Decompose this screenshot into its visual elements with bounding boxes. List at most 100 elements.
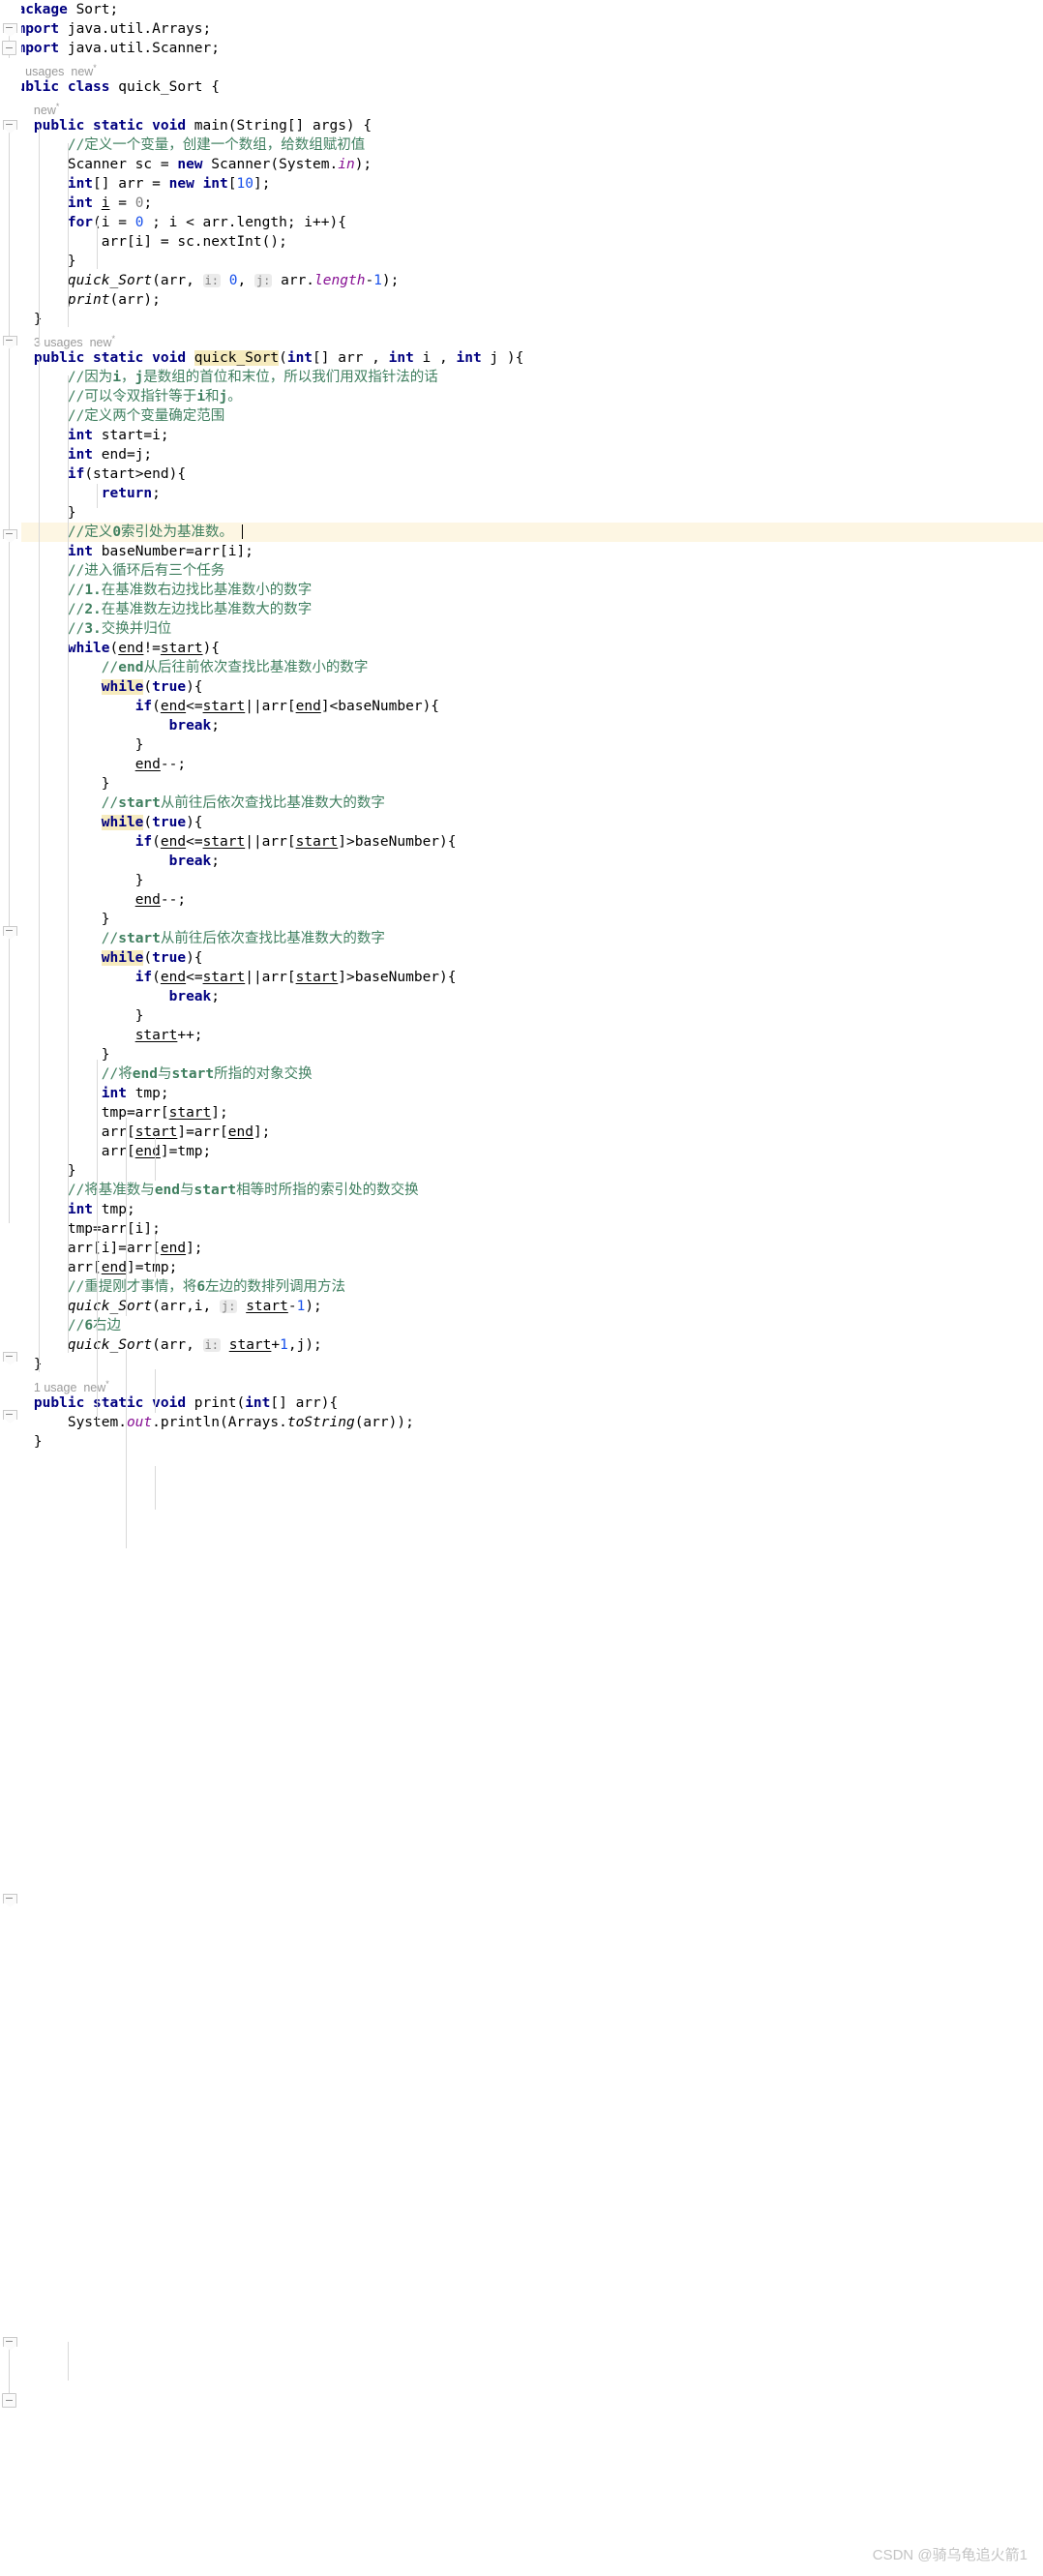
code-line[interactable]: int tmp;: [0, 1200, 1043, 1219]
code-line[interactable]: if(end<=start||arr[start]>baseNumber){: [0, 832, 1043, 852]
code-line[interactable]: }: [0, 252, 1043, 271]
indent-guide: [39, 124, 40, 346]
code-line[interactable]: }: [0, 1452, 1043, 1471]
fold-chevron-icon[interactable]: [2, 334, 17, 348]
code-line[interactable]: //定义一个变量，创建一个数组，给数组赋初值: [0, 135, 1043, 155]
code-line[interactable]: //start从前往后依次查找比基准数大的数字: [0, 794, 1043, 813]
indent-guide: [68, 2342, 69, 2381]
code-line[interactable]: }: [0, 910, 1043, 929]
code-line[interactable]: arr[i]=arr[end];: [0, 1239, 1043, 1258]
text-caret: [241, 524, 243, 539]
code-vision-row[interactable]: no usages new*: [0, 58, 1043, 78]
fold-chevron-icon[interactable]: [2, 1408, 17, 1423]
code-line[interactable]: public static void quick_Sort(int[] arr …: [0, 348, 1043, 368]
code-line[interactable]: Scanner sc = new Scanner(System.in);: [0, 155, 1043, 174]
indent-guide: [68, 375, 69, 1353]
code-line[interactable]: break;: [0, 852, 1043, 871]
inlay-hint-i: i:: [202, 1338, 221, 1352]
fold-chevron-icon[interactable]: [2, 527, 17, 542]
code-line[interactable]: //可以令双指针等于i和j。: [0, 387, 1043, 406]
code-line[interactable]: }: [0, 1355, 1043, 1374]
fold-chevron-icon[interactable]: [2, 118, 17, 133]
code-line[interactable]: }: [0, 1161, 1043, 1181]
code-line[interactable]: }: [0, 1006, 1043, 1026]
fold-chevron-icon[interactable]: [2, 1892, 17, 1906]
fold-chevron-icon[interactable]: [2, 924, 17, 939]
code-line[interactable]: }: [0, 1045, 1043, 1064]
fold-chevron-icon[interactable]: [2, 2335, 17, 2350]
code-line[interactable]: arr[start]=arr[end];: [0, 1123, 1043, 1142]
fold-minus-icon[interactable]: [2, 41, 16, 55]
code-line[interactable]: //将基准数与end与start相等时所指的索引处的数交换: [0, 1181, 1043, 1200]
code-line[interactable]: //进入循环后有三个任务: [0, 561, 1043, 581]
code-line[interactable]: }: [0, 774, 1043, 794]
code-content[interactable]: package Sort; import java.util.Arrays; i…: [0, 0, 1043, 1471]
code-line[interactable]: //定义两个变量确定范围: [0, 406, 1043, 426]
code-line[interactable]: int start=i;: [0, 426, 1043, 445]
code-line[interactable]: //3.交换并归位: [0, 619, 1043, 639]
code-line[interactable]: int i = 0;: [0, 194, 1043, 213]
code-line[interactable]: //end从后往前依次查找比基准数小的数字: [0, 658, 1043, 677]
code-line[interactable]: int[] arr = new int[10];: [0, 174, 1043, 194]
code-line[interactable]: System.out.println(Arrays.toString(arr))…: [0, 1413, 1043, 1432]
indent-guide: [68, 143, 69, 327]
code-vision-row[interactable]: 1 usage new*: [0, 1374, 1043, 1394]
code-line[interactable]: }: [0, 1432, 1043, 1452]
code-line[interactable]: //因为i，j是数组的首位和末位，所以我们用双指针法的话: [0, 368, 1043, 387]
code-line[interactable]: for(i = 0 ; i < arr.length; i++){: [0, 213, 1043, 232]
inlay-hint-j: j:: [220, 1300, 238, 1313]
code-line[interactable]: end--;: [0, 890, 1043, 910]
code-line[interactable]: while(true){: [0, 813, 1043, 832]
code-line[interactable]: package Sort;: [0, 0, 1043, 19]
editor-gutter[interactable]: [0, 0, 21, 2576]
code-line[interactable]: public static void print(int[] arr){: [0, 1393, 1043, 1413]
code-line[interactable]: while(true){: [0, 948, 1043, 968]
code-line[interactable]: while(true){: [0, 677, 1043, 697]
code-vision-row[interactable]: 3 usages new*: [0, 329, 1043, 349]
code-line[interactable]: if(end<=start||arr[end]<baseNumber){: [0, 697, 1043, 716]
code-line[interactable]: tmp=arr[i];: [0, 1219, 1043, 1239]
code-line[interactable]: }: [0, 735, 1043, 755]
code-line[interactable]: int baseNumber=arr[i];: [0, 542, 1043, 561]
indent-guide: [97, 484, 98, 508]
code-line[interactable]: break;: [0, 716, 1043, 735]
code-line[interactable]: //1.在基准数右边找比基准数小的数字: [0, 581, 1043, 600]
fold-chevron-icon[interactable]: [2, 21, 17, 36]
code-line-caret[interactable]: //定义0索引处为基准数。: [0, 523, 1043, 542]
code-line[interactable]: //将end与start所指的对象交换: [0, 1064, 1043, 1084]
code-line[interactable]: break;: [0, 987, 1043, 1006]
code-line[interactable]: int end=j;: [0, 445, 1043, 464]
code-line[interactable]: arr[i] = sc.nextInt();: [0, 232, 1043, 252]
code-line[interactable]: arr[end]=tmp;: [0, 1258, 1043, 1277]
code-line[interactable]: //重提刚才事情，将6左边的数排列调用方法: [0, 1277, 1043, 1297]
code-line[interactable]: }: [0, 310, 1043, 329]
code-line[interactable]: //start从前往后依次查找比基准数大的数字: [0, 929, 1043, 948]
code-line[interactable]: quick_Sort(arr, i: start+1,j);: [0, 1335, 1043, 1355]
code-line[interactable]: //2.在基准数左边找比基准数大的数字: [0, 600, 1043, 619]
code-line[interactable]: arr[end]=tmp;: [0, 1142, 1043, 1161]
code-line[interactable]: //6右边: [0, 1316, 1043, 1335]
code-line[interactable]: quick_Sort(arr, i: 0, j: arr.length-1);: [0, 271, 1043, 290]
code-line[interactable]: tmp=arr[start];: [0, 1103, 1043, 1123]
code-line[interactable]: end--;: [0, 755, 1043, 774]
code-line[interactable]: int tmp;: [0, 1084, 1043, 1103]
code-line[interactable]: print(arr);: [0, 290, 1043, 310]
code-line[interactable]: while(end!=start){: [0, 639, 1043, 658]
code-line[interactable]: if(start>end){: [0, 464, 1043, 484]
code-line[interactable]: import java.util.Arrays;: [0, 19, 1043, 39]
code-line[interactable]: start++;: [0, 1026, 1043, 1045]
code-line[interactable]: public class quick_Sort {: [0, 77, 1043, 97]
code-editor[interactable]: package Sort; import java.util.Arrays; i…: [0, 0, 1043, 2576]
code-line[interactable]: quick_Sort(arr,i, j: start-1);: [0, 1297, 1043, 1316]
code-line[interactable]: public static void main(String[] args) {: [0, 116, 1043, 135]
code-line[interactable]: if(end<=start||arr[start]>baseNumber){: [0, 968, 1043, 987]
code-vision-row[interactable]: new*: [0, 97, 1043, 117]
code-line[interactable]: }: [0, 503, 1043, 523]
indent-guide: [155, 1234, 156, 1277]
code-line[interactable]: return;: [0, 484, 1043, 503]
inlay-hint-i: i:: [202, 274, 221, 287]
code-line[interactable]: import java.util.Scanner;: [0, 39, 1043, 58]
fold-chevron-icon[interactable]: [2, 1350, 17, 1364]
fold-minus-icon[interactable]: [2, 2393, 16, 2408]
code-line[interactable]: }: [0, 871, 1043, 890]
